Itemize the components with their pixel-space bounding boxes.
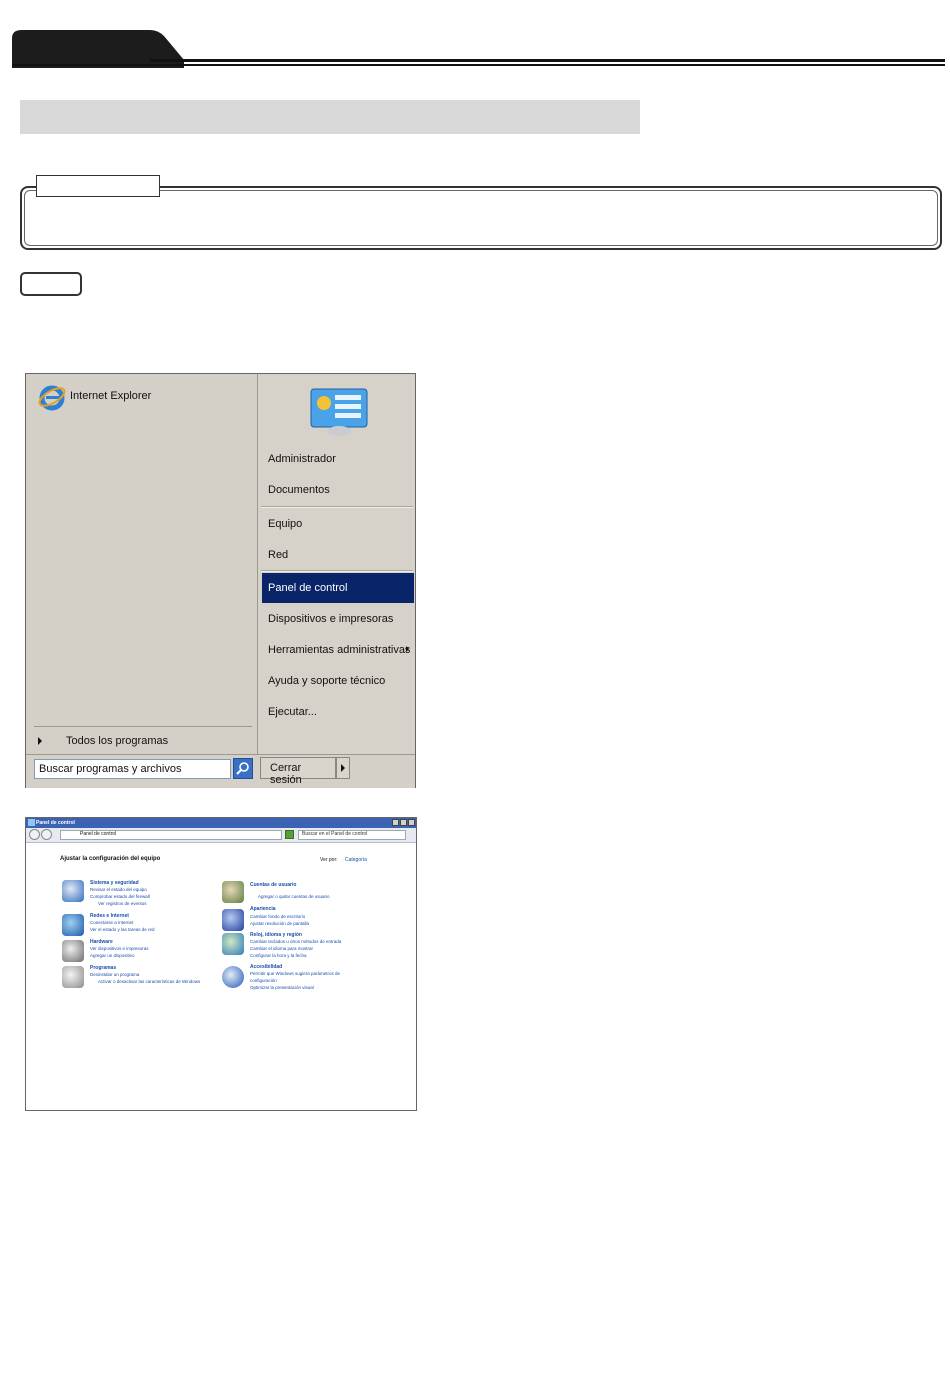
window-titlebar: Panel de control [26, 818, 416, 828]
view-by-dropdown[interactable]: Categoría [345, 857, 367, 863]
category-link[interactable]: Ajustar resolución de pantalla [250, 921, 309, 926]
all-programs-separator [34, 726, 252, 727]
search-programs-input[interactable]: Buscar programas y archivos [34, 759, 231, 779]
logoff-button[interactable]: Cerrar sesión [260, 757, 336, 786]
control-panel-icon [310, 388, 368, 436]
network-icon [62, 914, 84, 936]
search-placeholder: Buscar en el Panel de control [302, 831, 368, 837]
note-label-box [36, 175, 160, 197]
start-item-herramientas[interactable]: Herramientas administrativas [268, 644, 410, 656]
step-label-box [20, 272, 82, 296]
pinned-item-internet-explorer[interactable]: Internet Explorer [70, 390, 151, 402]
start-menu: Internet Explorer Todos los programas Ad… [25, 373, 416, 788]
close-icon[interactable] [408, 819, 415, 826]
category-reloj-idioma[interactable]: Reloj, idioma y región [250, 932, 302, 938]
start-item-dispositivos[interactable]: Dispositivos e impresoras [268, 613, 393, 625]
submenu-arrow-icon [406, 646, 409, 652]
view-by-label: Ver por: [320, 857, 338, 863]
start-menu-right-pane: Administrador Documentos Equipo Red Pane… [258, 374, 415, 754]
page-title: Ajustar la configuración del equipo [60, 856, 161, 862]
all-programs-arrow-icon [38, 737, 42, 745]
back-icon[interactable] [29, 829, 40, 840]
category-link[interactable]: Activar o desactivar las características… [98, 979, 200, 984]
category-cuentas-usuario[interactable]: Cuentas de usuario [250, 882, 296, 888]
start-item-panel-de-control[interactable]: Panel de control [268, 582, 348, 594]
control-panel-small-icon [28, 819, 35, 826]
users-icon [222, 881, 244, 903]
category-link[interactable]: Cambiar fondo de escritorio [250, 914, 305, 919]
header-rule-top [150, 59, 945, 62]
start-item-red[interactable]: Red [268, 549, 288, 561]
category-link[interactable]: configuración [250, 978, 277, 983]
start-item-administrador[interactable]: Administrador [268, 453, 336, 465]
category-apariencia[interactable]: Apariencia [250, 906, 276, 912]
window-title: Panel de control [36, 820, 75, 826]
logoff-options-arrow-icon[interactable] [336, 757, 350, 779]
category-hardware[interactable]: Hardware [90, 939, 113, 945]
start-item-documentos[interactable]: Documentos [268, 484, 330, 496]
maximize-icon[interactable] [400, 819, 407, 826]
category-programas[interactable]: Programas [90, 965, 116, 971]
category-redes-internet[interactable]: Redes e Internet [90, 913, 129, 919]
forward-icon[interactable] [41, 829, 52, 840]
category-link[interactable]: Permitir que Windows sugiera parámetros … [250, 971, 340, 976]
refresh-icon[interactable] [285, 830, 294, 839]
category-link[interactable]: Conectarse a Internet [90, 920, 133, 925]
start-item-ejecutar[interactable]: Ejecutar... [268, 706, 317, 718]
start-item-ayuda[interactable]: Ayuda y soporte técnico [268, 675, 385, 687]
category-link[interactable]: Desinstalar un programa [90, 972, 139, 977]
category-accesibilidad[interactable]: Accesibilidad [250, 964, 282, 970]
accessibility-icon [222, 966, 244, 988]
category-link[interactable]: Comprobar estado del firewall [90, 894, 150, 899]
printer-icon [62, 940, 84, 962]
category-link[interactable]: Ver el estado y las tareas de red [90, 927, 155, 932]
category-link[interactable]: Configurar la hora y la fecha [250, 953, 307, 958]
category-link[interactable]: Agregar un dispositivo [90, 953, 135, 958]
start-menu-bottom-bar: Buscar programas y archivos Cerrar sesió… [26, 754, 415, 788]
category-link[interactable]: Optimizar la presentación visual [250, 985, 314, 990]
all-programs-item[interactable]: Todos los programas [66, 735, 168, 747]
header-rule-bottom [12, 64, 945, 66]
control-panel-window: Panel de control Panel de control Buscar… [25, 817, 417, 1111]
address-text: Panel de control [80, 831, 117, 837]
section-title-bar [20, 100, 640, 134]
start-item-equipo[interactable]: Equipo [268, 518, 302, 530]
category-link[interactable]: Cambiar el idioma para mostrar [250, 946, 313, 951]
minimize-icon[interactable] [392, 819, 399, 826]
programs-icon [62, 966, 84, 988]
start-menu-separator [261, 506, 413, 508]
globe-clock-icon [222, 933, 244, 955]
note-box-inner [24, 190, 938, 246]
start-menu-separator [261, 570, 413, 572]
appearance-icon [222, 909, 244, 931]
header-tab-shape [12, 30, 184, 68]
category-link[interactable]: Cambiar teclados u otros métodos de entr… [250, 939, 341, 944]
category-sistema-seguridad[interactable]: Sistema y seguridad [90, 880, 139, 886]
category-link[interactable]: Ver dispositivos e impresoras [90, 946, 149, 951]
start-menu-left-pane: Internet Explorer Todos los programas [26, 374, 258, 754]
internet-explorer-icon [38, 385, 66, 411]
category-link[interactable]: Ver registros de eventos [98, 901, 147, 906]
shield-icon [62, 880, 84, 902]
category-link[interactable]: Agregar o quitar cuentas de usuario [258, 894, 330, 899]
address-bar: Panel de control Buscar en el Panel de c… [26, 828, 416, 843]
category-link[interactable]: Revisar el estado del equipo [90, 887, 147, 892]
search-icon[interactable] [233, 758, 253, 779]
